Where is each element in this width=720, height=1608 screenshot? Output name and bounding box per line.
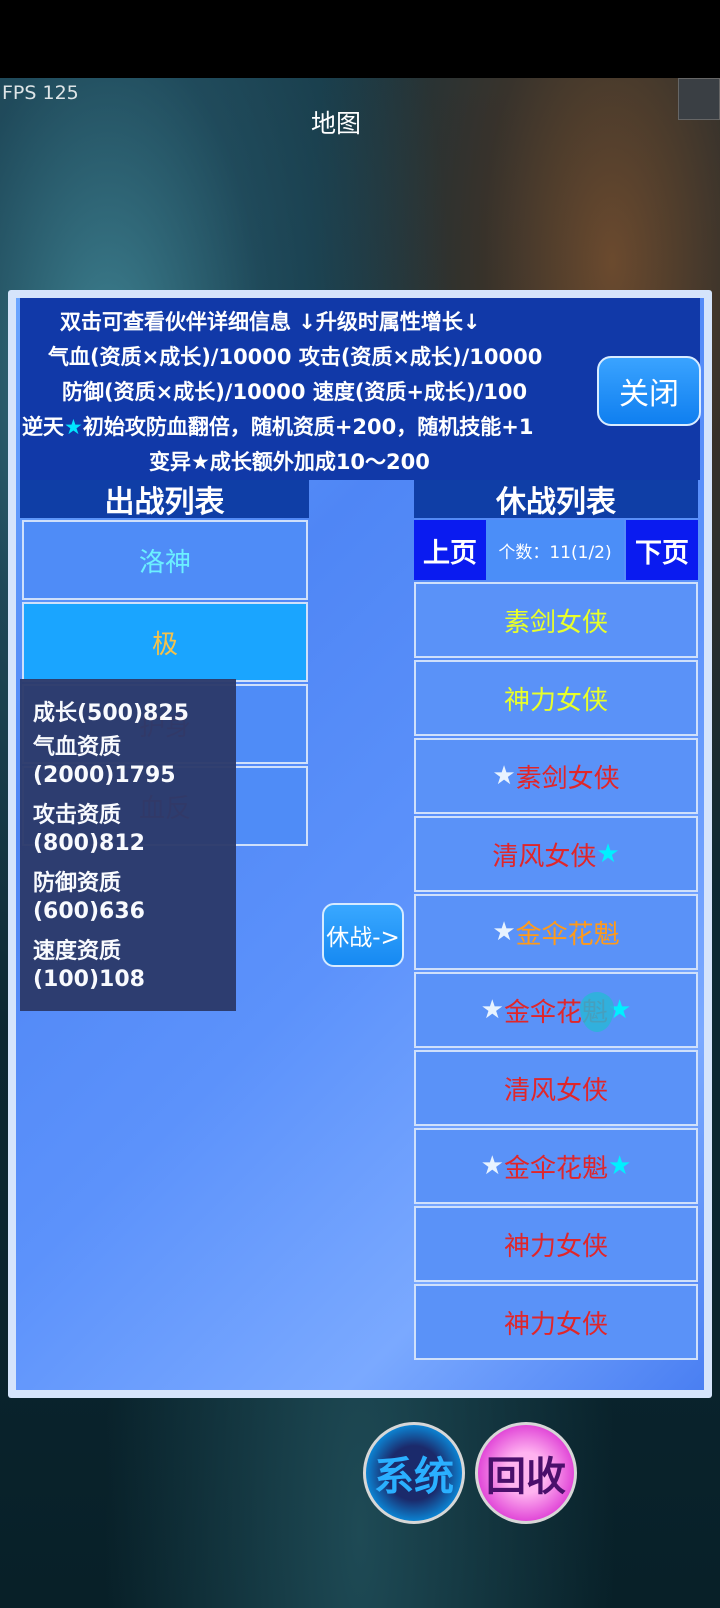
partner-name: 清风女侠 <box>503 1075 608 1106</box>
info-line-4: 逆天★初始攻防血翻倍，随机资质+200，随机技能+1 <box>22 411 533 441</box>
prev-page-button[interactable]: 上页 <box>414 520 486 580</box>
partner-name: 清风女侠 <box>492 841 597 872</box>
star-icon: ★ <box>492 917 516 947</box>
speed-stat-label: 速度资质 <box>33 939 122 964</box>
rest-list-header: 休战列表 <box>414 480 698 520</box>
info-line-2: 气血(资质×成长)/10000 攻击(资质×成长)/10000 <box>48 345 543 369</box>
rest-list-item[interactable]: 清风女侠 <box>414 1050 698 1126</box>
star-icon: ★ <box>492 761 516 791</box>
info-line-4-prefix: 逆天 <box>22 415 64 439</box>
star-icon: ★ <box>480 1151 504 1181</box>
rest-list-item[interactable]: 神力女侠 <box>414 660 698 736</box>
active-list-header: 出战列表 <box>20 480 309 520</box>
hp-stat-label: 气血资质 <box>33 735 122 760</box>
info-line-3: 防御(资质×成长)/10000 速度(资质+成长)/100 <box>62 380 528 404</box>
rest-list: 素剑女侠 神力女侠 ★ 素剑女侠 清风女侠 ★ ★ 金伞花魁 ★ 金伞花魁 ★ 清风女侠 … <box>414 582 698 1362</box>
info-line-5: 变异★成长额外加成10～200 <box>149 450 430 474</box>
rest-list-item[interactable]: ★ 金伞花魁 ★ <box>414 972 698 1048</box>
recycle-button[interactable]: 回收 <box>475 1422 577 1524</box>
rest-list-item[interactable]: 神力女侠 <box>414 1284 698 1360</box>
partner-name: 神力女侠 <box>503 1231 608 1262</box>
next-page-button[interactable]: 下页 <box>626 520 698 580</box>
rest-list-item[interactable]: 神力女侠 <box>414 1206 698 1282</box>
stats-tooltip: 成长(500)825 气血资质 (2000)1795 攻击资质 (800)812… <box>20 679 236 1011</box>
star-icon: ★ <box>596 839 620 869</box>
page-count: 个数：11(1/2) <box>486 520 624 580</box>
system-button[interactable]: 系统 <box>363 1422 465 1524</box>
growth-stat: 成长(500)825 <box>33 701 189 726</box>
star-icon: ★ <box>64 415 83 439</box>
info-line-1: 双击可查看伙伴详细信息 ↓升级时属性增长↓ <box>60 310 481 334</box>
defense-stat-value: (600)636 <box>33 899 145 924</box>
partner-name: 素剑女侠 <box>503 607 608 638</box>
defense-stat-label: 防御资质 <box>33 871 122 896</box>
active-list-item[interactable]: 洛神 <box>22 520 308 600</box>
info-line-4-rest: 初始攻防血翻倍，随机资质+200，随机技能+1 <box>82 415 534 439</box>
partner-name: 金伞花魁 <box>503 1153 608 1184</box>
rest-list-item[interactable]: ★ 素剑女侠 <box>414 738 698 814</box>
partner-name: 洛神 <box>138 547 191 578</box>
rest-list-item[interactable]: 清风女侠 ★ <box>414 816 698 892</box>
rest-button[interactable]: 休战-> <box>322 903 404 967</box>
partner-name: 神力女侠 <box>503 1309 608 1340</box>
partner-name: 神力女侠 <box>503 685 608 716</box>
map-button[interactable]: 地图 <box>0 104 672 140</box>
star-icon: ★ <box>480 995 504 1025</box>
fps-counter: FPS 125 <box>2 82 79 104</box>
hp-stat-value: (2000)1795 <box>33 763 176 788</box>
partner-name: 素剑女侠 <box>515 763 620 794</box>
corner-button[interactable] <box>678 78 720 120</box>
active-list-item-selected[interactable]: 极 <box>22 602 308 682</box>
pager: 上页 个数：11(1/2) 下页 <box>414 520 698 580</box>
speed-stat-value: (100)108 <box>33 967 145 992</box>
rest-list-item[interactable]: 素剑女侠 <box>414 582 698 658</box>
partner-name: 金伞花魁 <box>515 919 620 950</box>
star-icon: ★ <box>608 1151 632 1181</box>
rest-list-item[interactable]: ★ 金伞花魁 <box>414 894 698 970</box>
attack-stat-value: (800)812 <box>33 831 145 856</box>
rest-list-item[interactable]: ★ 金伞花魁 ★ <box>414 1128 698 1204</box>
close-button[interactable]: 关闭 <box>597 356 701 426</box>
partner-name: 极 <box>151 629 178 660</box>
attack-stat-label: 攻击资质 <box>33 803 122 828</box>
